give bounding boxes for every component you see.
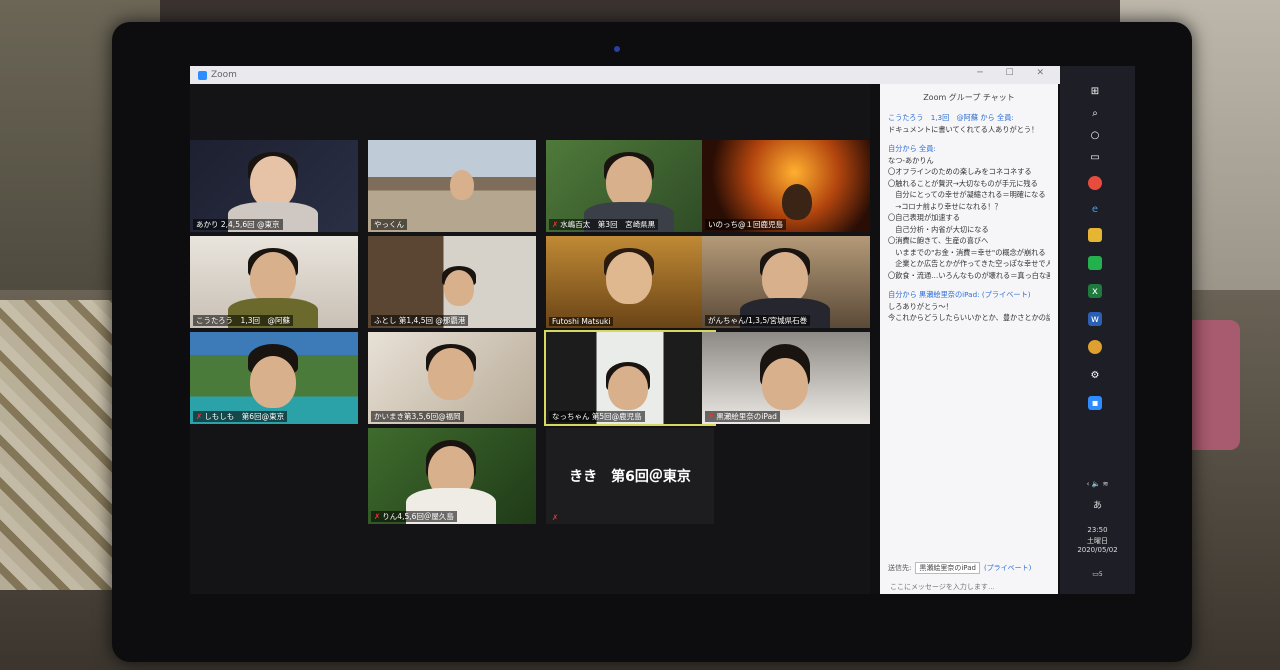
participant-tile[interactable]: ✗ 黒瀬絵里奈のiPad	[702, 332, 870, 424]
video-gallery: あかり 2,4,5,6回 @東京 やっくん ✗ 水嶋百太 第3回 宮崎県黒 いのっ…	[190, 84, 870, 594]
chat-message-line: なつ-あかりん	[888, 155, 934, 165]
chat-title: Zoom グループ チャット	[923, 93, 1015, 102]
participant-video	[450, 170, 474, 200]
chat-message-line: 〇飲食・流通…いろんなものが壊れる＝真っ白な画用紙を渡される。「私たちの世代が世…	[888, 270, 1050, 280]
window-titlebar: Zoom ─ ☐ ✕	[190, 66, 1060, 84]
excel-icon[interactable]: x	[1088, 284, 1102, 298]
participant-name: ✗ 黒瀬絵里奈のiPad	[705, 411, 780, 422]
participant-tile[interactable]: いのっち@１回鹿児島	[702, 140, 870, 232]
clock-day: 土曜日	[1087, 537, 1108, 545]
send-to-dropdown[interactable]: 黒瀬絵里奈のiPad	[915, 562, 980, 574]
participant-name: こうたろう 1,3回 @阿蘇	[193, 315, 293, 326]
volume-icon[interactable]: 🔈	[1092, 480, 1101, 488]
chat-message-input[interactable]	[888, 580, 1052, 594]
send-to-row: 送信先: 黒瀬絵里奈のiPad (プライベート)	[888, 562, 1031, 574]
chat-message-line: 〇自己表現が加速する	[888, 213, 960, 222]
participant-tile[interactable]: こうたろう 1,3回 @阿蘇	[190, 236, 358, 328]
notifications-icon[interactable]: ▭5	[1060, 570, 1135, 578]
participant-name: やっくん	[371, 219, 407, 230]
ime-indicator[interactable]: あ	[1060, 498, 1135, 511]
clock-time[interactable]: 23:50	[1060, 526, 1135, 534]
participant-name: なっちゃん 第5回@鹿児島	[549, 411, 645, 422]
participant-display-name: きき 第6回＠東京	[569, 469, 691, 485]
chat-messages: こうたろう 1,3回 @阿蘇 から 全員: ドキュメントに書いてくれてる人ありが…	[880, 112, 1058, 324]
clock-date: 2020/05/02	[1077, 546, 1118, 554]
participant-tile[interactable]: ふとし 第1,4,5回 @那覇港	[368, 236, 536, 328]
participant-video	[782, 184, 812, 220]
chat-message-line: しろありがとう〜！	[888, 301, 953, 311]
participant-name: ✗ 水嶋百太 第3回 宮崎県黒	[549, 219, 659, 230]
send-to-label: 送信先:	[888, 564, 912, 572]
chat-message-header: 自分から 全員:	[888, 144, 936, 153]
participant-tile[interactable]: がんちゃん/1,3,5/宮城県石巻	[702, 236, 870, 328]
participant-tile[interactable]: ✗ りん4,5,6回＠屋久島	[368, 428, 536, 524]
mute-icon: ✗	[196, 412, 203, 421]
participant-tile[interactable]: あかり 2,4,5,6回 @東京	[190, 140, 358, 232]
chevron-up-icon[interactable]: ‹	[1087, 480, 1090, 488]
private-label: (プライベート)	[983, 564, 1032, 572]
chat-message-header: 自分から 黒瀬絵里奈のiPad: (プライベート)	[888, 290, 1031, 299]
mute-icon: ✗	[708, 412, 715, 421]
chat-message-line: 自己分析・内省が大切になる	[888, 224, 989, 234]
search-icon[interactable]: ⌕	[1088, 106, 1102, 120]
participant-tile[interactable]: やっくん	[368, 140, 536, 232]
task-view-icon[interactable]: ▭	[1088, 150, 1102, 164]
participant-name: あかり 2,4,5,6回 @東京	[193, 219, 283, 230]
windows-start-icon[interactable]: ⊞	[1088, 84, 1102, 98]
chat-message-line: 〇消費に飽きて、生産の喜びへ	[888, 236, 989, 245]
zoom-app-icon[interactable]: ▪	[1088, 396, 1102, 410]
webcam-icon	[614, 46, 620, 52]
chrome-icon[interactable]	[1088, 176, 1102, 190]
chat-message-line: 自分にとっての幸せが凝縮される＝明確になる	[888, 190, 1046, 199]
notification-count: 5	[1098, 571, 1103, 578]
edge-icon[interactable]: e	[1088, 202, 1102, 216]
line-icon[interactable]	[1088, 256, 1102, 270]
participant-name: ふとし 第1,4,5回 @那覇港	[371, 315, 469, 326]
chat-message-line: 企業とか広告とかが作ってきた空っぽな幸せで人々を騙せなくなった	[895, 259, 1050, 268]
window-controls[interactable]: ─ ☐ ✕	[977, 68, 1054, 78]
chat-message-text: ドキュメントに書いてくれてる人ありがとう！	[888, 124, 1039, 134]
zoom-logo-icon	[198, 70, 207, 80]
participant-name: いのっち@１回鹿児島	[705, 219, 786, 230]
settings-gear-icon[interactable]: ⚙	[1088, 368, 1102, 382]
chat-panel: Zoom グループ チャット こうたろう 1,3回 @阿蘇 から 全員: ドキュ…	[880, 84, 1058, 594]
participant-name: ✗ りん4,5,6回＠屋久島	[371, 511, 457, 522]
mute-icon: ✗	[552, 220, 559, 229]
chat-message-line: →コロナ前より幸せになれる！？	[888, 201, 1002, 211]
participant-tile-active-speaker[interactable]: なっちゃん 第5回@鹿児島	[544, 330, 716, 426]
chat-message-line: 〇オフラインのための楽しみをコネコネする	[888, 167, 1032, 176]
file-explorer-icon[interactable]	[1088, 228, 1102, 242]
participant-name: Futoshi Matsuki	[549, 317, 614, 326]
participant-tile-video-off[interactable]: きき 第6回＠東京 ✗	[546, 428, 714, 524]
word-icon[interactable]: w	[1088, 312, 1102, 326]
chat-message-header: こうたろう 1,3回 @阿蘇 から 全員:	[888, 113, 1014, 122]
chat-message-line: いままでの"お金・消費＝幸せ"の概念が崩れる	[888, 247, 1046, 257]
participant-name: ✗ しもしも 第6回@東京	[193, 411, 288, 422]
window-title: Zoom	[211, 70, 237, 80]
participant-tile[interactable]: Futoshi Matsuki	[546, 236, 714, 328]
photos-icon[interactable]	[1088, 340, 1102, 354]
chat-message-line: 〇触れることが贅沢→大切なものが手元に残る	[888, 178, 1038, 188]
system-tray: ‹ 🔈 ≋	[1060, 480, 1135, 488]
mute-indicator: ✗	[549, 513, 563, 522]
cortana-icon[interactable]: ○	[1088, 128, 1102, 142]
participant-tile[interactable]: ✗ しもしも 第6回@東京	[190, 332, 358, 424]
mute-icon: ✗	[552, 513, 559, 522]
participant-name: かいまき第3,5,6回@福岡	[371, 411, 464, 422]
participant-tile[interactable]: かいまき第3,5,6回@福岡	[368, 332, 536, 424]
wifi-icon[interactable]: ≋	[1103, 480, 1109, 488]
chat-message-line: 今これからどうしたらいいかとか、豊かさとかの話をしてる。	[888, 313, 1050, 322]
screen: Zoom ─ ☐ ✕ あかり 2,4,5,6回 @東京 やっくん ✗ 水嶋百太 第…	[190, 66, 1135, 594]
mute-icon: ✗	[374, 512, 381, 521]
participant-name: がんちゃん/1,3,5/宮城県石巻	[705, 315, 811, 326]
participant-tile[interactable]: ✗ 水嶋百太 第3回 宮崎県黒	[546, 140, 714, 232]
windows-taskbar: ⊞ ⌕ ○ ▭ e x w ⚙ ▪ ‹ 🔈 ≋ あ 23:50 土曜日 2020…	[1060, 66, 1135, 594]
